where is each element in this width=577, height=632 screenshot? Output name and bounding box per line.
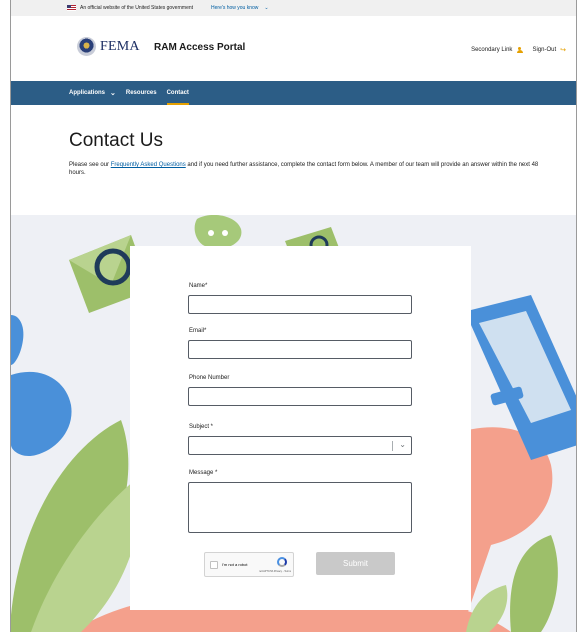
recaptcha-logo-icon <box>277 557 287 567</box>
gov-banner-link[interactable]: Here's how you know <box>211 5 258 11</box>
intro-text: Please see our Frequently Asked Question… <box>69 161 539 177</box>
recaptcha-label: I'm not a robot <box>222 562 248 567</box>
nav-item-label: Applications <box>69 90 106 96</box>
nav-item-label: Resources <box>125 90 157 96</box>
recaptcha-checkbox[interactable] <box>210 561 218 569</box>
dhs-seal-icon <box>77 37 96 56</box>
submit-button[interactable]: Submit <box>316 552 395 575</box>
subject-label: Subject * <box>189 424 214 430</box>
sign-out-link[interactable]: Sign-Out <box>532 47 556 53</box>
browser-frame: An official website of the United States… <box>10 0 577 632</box>
intro-section: Contact Us Please see our Frequently Ask… <box>69 130 539 177</box>
email-input[interactable] <box>188 340 412 359</box>
nav-item-contact[interactable]: Contact <box>166 81 190 105</box>
blue-blob <box>11 371 72 456</box>
contact-form-card: Name* Email* Phone Number Subject * ⌄ Me… <box>130 246 471 610</box>
nav-item-resources[interactable]: Resources <box>126 81 157 105</box>
portal-title: RAM Access Portal <box>154 42 246 53</box>
leaf-shape <box>510 535 558 632</box>
chevron-down-icon: ⌄ <box>110 90 116 97</box>
message-label: Message * <box>189 470 218 476</box>
message-textarea[interactable] <box>188 482 412 533</box>
chevron-down-icon[interactable]: ⌄ <box>399 440 406 449</box>
phone-input[interactable] <box>188 387 412 406</box>
gov-banner-text: An official website of the United States… <box>80 5 194 11</box>
logo-text: FEMA <box>100 38 140 54</box>
subject-select[interactable]: ⌄ <box>188 436 412 455</box>
recaptcha-terms: reCAPTCHA Privacy - Terms <box>259 570 291 573</box>
sign-out-icon[interactable]: ↪ <box>560 46 566 54</box>
chevron-down-icon[interactable]: ⌄ <box>264 5 268 11</box>
page-title: Contact Us <box>69 130 163 151</box>
select-divider <box>392 441 393 451</box>
user-icon <box>516 46 523 54</box>
us-flag-icon <box>67 5 76 11</box>
secondary-links: Secondary Link Sign-Out ↪ <box>471 46 566 54</box>
nav-item-label: Contact <box>166 90 189 96</box>
site-header: FEMA RAM Access Portal Secondary Link Si… <box>11 16 576 81</box>
main-nav: Applications ⌄ Resources Contact <box>11 81 576 105</box>
name-input[interactable] <box>188 295 412 314</box>
recaptcha-widget: I'm not a robot reCAPTCHA Privacy - Term… <box>204 552 294 577</box>
gov-banner: An official website of the United States… <box>11 0 576 16</box>
nav-item-applications[interactable]: Applications ⌄ <box>69 81 116 105</box>
secondary-link[interactable]: Secondary Link <box>471 47 512 53</box>
email-label: Email* <box>189 328 207 334</box>
faq-link[interactable]: Frequently Asked Questions <box>111 162 186 168</box>
name-label: Name* <box>189 283 208 289</box>
intro-text-start: Please see our <box>69 162 111 168</box>
fema-logo[interactable]: FEMA <box>77 37 140 56</box>
phone-label: Phone Number <box>189 375 230 381</box>
blue-blob-small <box>11 315 24 365</box>
